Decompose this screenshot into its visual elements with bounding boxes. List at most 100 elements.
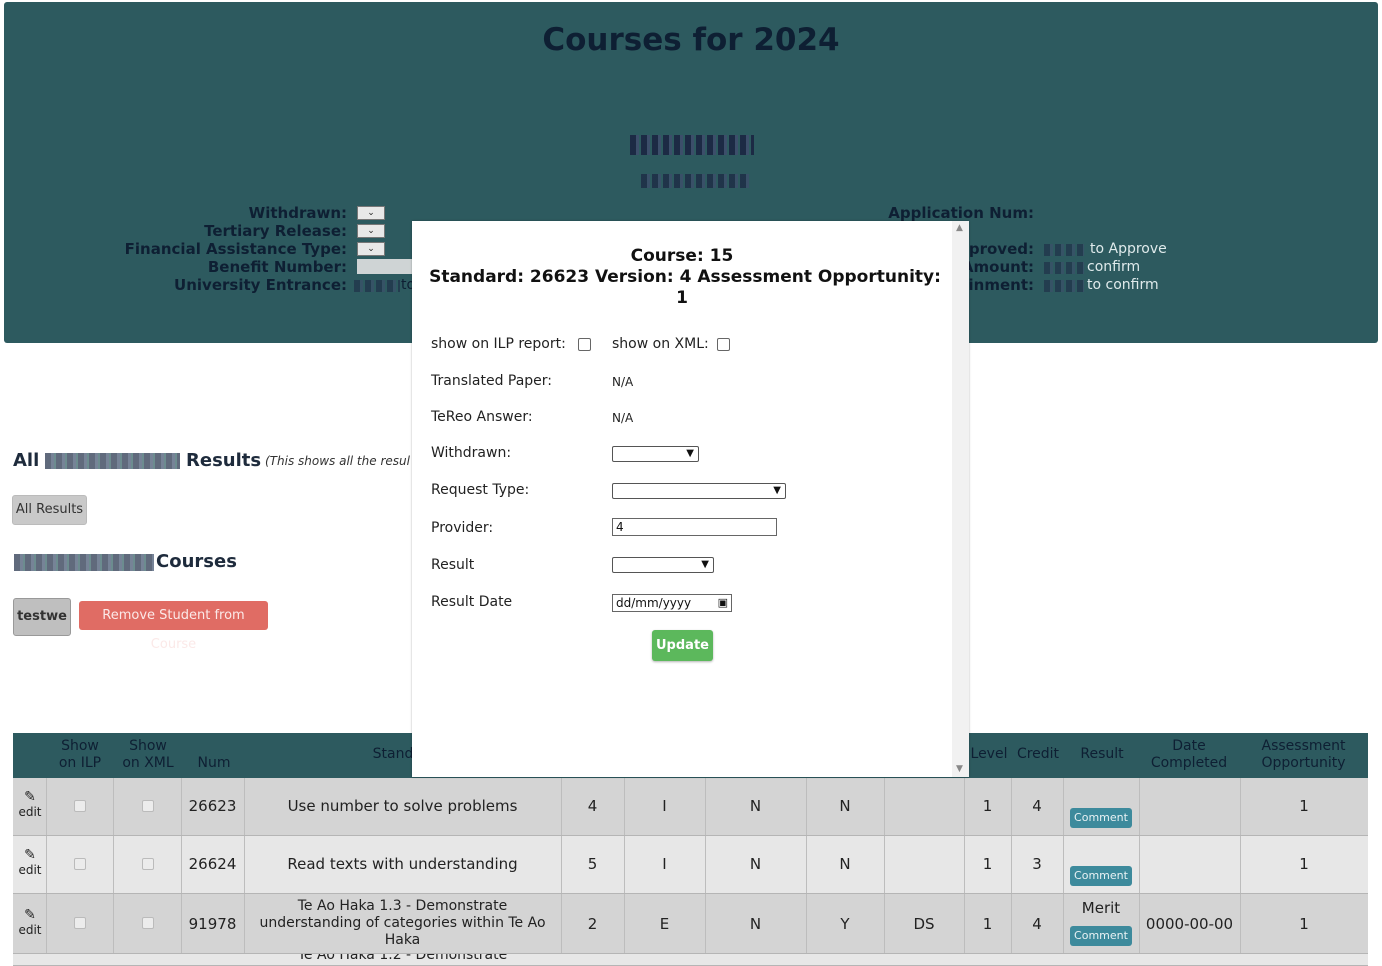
chevron-down-icon: ▼ (773, 485, 781, 496)
th-show-xml: Show on XML (122, 738, 174, 771)
comment-button[interactable]: Comment (1070, 926, 1132, 946)
courses-title: Courses (156, 551, 237, 572)
result-label: Result (431, 557, 475, 573)
th-date-completed: Date Completed (1150, 738, 1228, 771)
application-num-label: Application Num: (888, 204, 1034, 222)
edit-button[interactable]: ✎ edit (14, 907, 46, 937)
student-id-redacted (641, 174, 751, 188)
edit-label: edit (18, 863, 42, 877)
row-num: 91978 (188, 915, 237, 933)
show-xml-checkbox[interactable] (142, 858, 154, 870)
show-xml-label: show on XML: (612, 336, 709, 352)
results-note: (This shows all the resul (265, 454, 410, 468)
remove-student-button[interactable]: Remove Student from Course (79, 601, 268, 652)
benefit-number-label: Benefit Number: (207, 258, 347, 276)
withdrawn-label: Withdrawn: (431, 445, 512, 461)
comment-button[interactable]: Comment (1070, 808, 1132, 828)
modal-standard-title-line2: 1 (676, 288, 688, 308)
row-credit: 3 (1032, 855, 1042, 873)
edit-label: edit (18, 923, 42, 937)
result-date-input[interactable]: dd/mm/yyyy ▣ (612, 594, 732, 612)
show-ilp-checkbox[interactable] (74, 800, 86, 812)
row-version: 2 (587, 915, 598, 933)
result-select[interactable]: ▼ (612, 557, 714, 573)
student-name-redacted (630, 135, 754, 155)
request-type-select[interactable]: ▼ (612, 483, 786, 499)
comment-button[interactable]: Comment (1070, 866, 1132, 886)
update-button[interactable]: Update (652, 630, 713, 661)
calendar-icon[interactable]: ▣ (718, 595, 728, 611)
row-num: 26623 (188, 797, 237, 815)
row-result: Merit (1081, 899, 1121, 917)
course-tab-testwe[interactable]: testwe (13, 598, 71, 636)
row-type: I (662, 797, 667, 815)
row-type: I (662, 855, 667, 873)
request-type-label: Request Type: (431, 482, 530, 498)
th-assessment-opportunity: Assessment Opportunity (1261, 738, 1346, 771)
translated-paper-label: Translated Paper: (431, 373, 553, 389)
row-title: Te Ao Haka 1.3 - Demonstrate understandi… (259, 898, 546, 948)
row-type: E (659, 915, 670, 933)
show-xml-checkbox[interactable] (717, 338, 730, 351)
edit-button[interactable]: ✎ edit (14, 847, 46, 877)
amount-value: confirm (1087, 259, 1141, 275)
scroll-up-icon[interactable]: ▲ (956, 223, 963, 233)
row-date-completed: 0000-00-00 (1145, 915, 1234, 933)
tertiary-release-select[interactable]: ⌄ (357, 224, 385, 238)
row-col-a: N (749, 855, 762, 873)
withdrawn-select[interactable]: ▼ (612, 446, 699, 462)
modal-scrollbar[interactable]: ▲ ▼ (952, 221, 969, 777)
tereo-answer-value: N/A (612, 411, 634, 425)
modal-course-title: Course: 15 (630, 246, 734, 266)
all-results-prefix: All (13, 450, 40, 471)
attainment-redacted (1044, 280, 1084, 292)
row-credit: 4 (1032, 797, 1042, 815)
financial-assistance-label: Financial Assistance Type: (124, 240, 347, 258)
tereo-answer-label: TeReo Answer: (431, 409, 533, 425)
result-date-label: Result Date (431, 594, 513, 610)
show-xml-checkbox[interactable] (142, 800, 154, 812)
provider-label: Provider: (431, 520, 494, 536)
result-date-placeholder: dd/mm/yyyy (616, 596, 692, 610)
edit-button[interactable]: ✎ edit (14, 789, 46, 819)
scroll-down-icon[interactable]: ▼ (956, 764, 963, 774)
row-credit: 4 (1032, 915, 1042, 933)
approved-value: to Approve (1090, 241, 1167, 257)
row-opportunity: 1 (1299, 915, 1309, 933)
table-row: ✎ edit 26623 Use number to solve problems… (13, 778, 1368, 836)
row-opportunity: 1 (1299, 797, 1309, 815)
show-ilp-checkbox[interactable] (74, 917, 86, 929)
th-level: Level (970, 746, 1008, 762)
row-col-b: N (839, 855, 851, 873)
results-name-redacted (45, 453, 180, 469)
show-ilp-checkbox[interactable] (74, 858, 86, 870)
withdrawn-label: Withdrawn: (248, 204, 347, 222)
university-entrance-label: University Entrance: (174, 276, 347, 294)
all-results-button[interactable]: All Results (12, 495, 87, 525)
provider-input[interactable]: 4 (612, 518, 777, 536)
table-row: ✎ edit 91978 Te Ao Haka 1.3 - Demonstrate… (13, 894, 1368, 954)
financial-assistance-select[interactable]: ⌄ (357, 242, 385, 256)
edit-icon: ✎ (24, 847, 36, 863)
table-row: ✎ edit 26624 Read texts with understandin… (13, 836, 1368, 894)
th-credit: Credit (1016, 746, 1060, 762)
all-results-suffix: Results (186, 450, 262, 471)
show-ilp-report-checkbox[interactable] (578, 338, 591, 351)
benefit-number-input[interactable] (357, 259, 417, 274)
university-entrance-redacted (354, 280, 400, 292)
row-level: 1 (982, 855, 993, 873)
attainment-value: to confirm (1087, 277, 1159, 293)
edit-icon: ✎ (24, 907, 36, 923)
row-version: 4 (587, 797, 598, 815)
edit-result-modal: ▲ ▼ Course: 15 Standard: 26623 Version: … (412, 221, 969, 777)
withdrawn-select[interactable]: ⌄ (357, 206, 385, 220)
th-result: Result (1080, 746, 1124, 762)
th-num: Num (197, 755, 231, 771)
show-xml-checkbox[interactable] (142, 917, 154, 929)
edit-icon: ✎ (24, 789, 36, 805)
row-version: 5 (587, 855, 598, 873)
row-level: 1 (982, 797, 993, 815)
approved-redacted (1044, 244, 1084, 256)
chevron-down-icon: ▼ (701, 559, 709, 570)
row-col-b: N (839, 797, 851, 815)
